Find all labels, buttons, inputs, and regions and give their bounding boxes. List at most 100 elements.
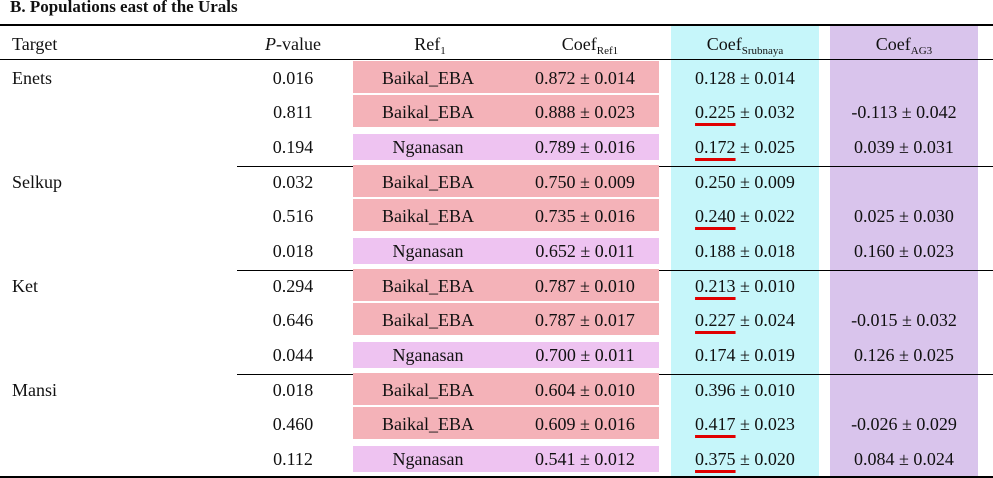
- coef-srubnaya-value: 0.225: [695, 102, 736, 122]
- coef-ref: 0.750 ± 0.009: [535, 172, 635, 192]
- coef-srubnaya: 0.174 ± 0.019: [671, 339, 819, 371]
- target-name: Mansi: [12, 380, 57, 400]
- coef-srubnaya-error: ± 0.010: [735, 380, 795, 400]
- coef-srubnaya-value: 0.396: [695, 380, 736, 400]
- header-ref: Ref1: [360, 30, 500, 58]
- coef-srubnaya: 0.240 ± 0.022: [671, 200, 819, 232]
- header-pvalue: P-value: [243, 30, 343, 58]
- coef-srubnaya-error: ± 0.009: [735, 172, 795, 192]
- coef-ag3: 0.025 ± 0.030: [854, 206, 954, 226]
- ref-population: Nganasan: [392, 241, 464, 261]
- coef-srubnaya-error: ± 0.024: [735, 310, 795, 330]
- header-coef-srubnaya-sub: Srubnaya: [741, 45, 784, 57]
- coef-ag3: -0.015 ± 0.032: [851, 310, 957, 330]
- coef-srubnaya: 0.227 ± 0.024: [671, 304, 819, 336]
- header-rule: [0, 59, 993, 60]
- coef-ref: 0.787 ± 0.010: [535, 276, 635, 296]
- p-value: 0.460: [272, 414, 314, 434]
- coef-ref: 0.787 ± 0.017: [535, 310, 635, 330]
- ref-population: Baikal_EBA: [382, 414, 474, 434]
- coef-ref: 0.700 ± 0.011: [535, 345, 635, 365]
- header-coef-ag3-label: Coef: [875, 34, 911, 54]
- coef-srubnaya: 0.188 ± 0.018: [671, 235, 819, 267]
- target-name: Ket: [12, 276, 38, 296]
- coef-srubnaya-value: 0.174: [695, 345, 736, 365]
- header-coef-srubnaya: CoefSrubnaya: [671, 30, 819, 58]
- coef-ref: 0.541 ± 0.012: [535, 449, 635, 469]
- coef-srubnaya-value: 0.188: [695, 241, 736, 261]
- ref-population: Nganasan: [392, 449, 464, 469]
- coef-srubnaya-value: 0.172: [695, 137, 736, 157]
- p-value: 0.018: [272, 241, 314, 261]
- header-coef-ag3-sub: AG3: [910, 45, 933, 57]
- coef-srubnaya-error: ± 0.025: [735, 137, 795, 157]
- ref-population: Baikal_EBA: [382, 68, 474, 88]
- coef-srubnaya-error: ± 0.018: [735, 241, 795, 261]
- coef-srubnaya: 0.250 ± 0.009: [671, 166, 819, 198]
- ref-population: Baikal_EBA: [382, 102, 474, 122]
- p-value: 0.294: [272, 276, 314, 296]
- coef-srubnaya-value: 0.375: [695, 449, 736, 469]
- coef-srubnaya-error: ± 0.023: [735, 414, 795, 434]
- coef-ag3: 0.039 ± 0.031: [854, 137, 954, 157]
- coef-ag3: 0.160 ± 0.023: [854, 241, 954, 261]
- ref-population: Baikal_EBA: [382, 172, 474, 192]
- top-rule: [0, 24, 993, 26]
- coef-ref: 0.652 ± 0.011: [535, 241, 635, 261]
- target-name: Enets: [12, 68, 52, 88]
- target-name: Selkup: [12, 172, 63, 192]
- coef-ag3: 0.084 ± 0.024: [854, 449, 954, 469]
- p-value: 0.044: [272, 345, 314, 365]
- header-coef-srubnaya-label: Coef: [706, 34, 742, 54]
- coef-srubnaya-error: ± 0.014: [735, 68, 795, 88]
- header-coef-ref-label: Coef: [561, 34, 597, 54]
- coef-ag3: 0.126 ± 0.025: [854, 345, 954, 365]
- coef-ag3: -0.026 ± 0.029: [851, 414, 957, 434]
- coef-ref: 0.604 ± 0.010: [535, 380, 635, 400]
- coef-ref: 0.735 ± 0.016: [535, 206, 635, 226]
- header-pvalue-italic: P: [265, 34, 276, 54]
- coef-srubnaya: 0.225 ± 0.032: [671, 96, 819, 128]
- coef-srubnaya: 0.396 ± 0.010: [671, 374, 819, 406]
- coef-srubnaya-error: ± 0.032: [735, 102, 795, 122]
- coef-srubnaya-error: ± 0.022: [735, 206, 795, 226]
- p-value: 0.016: [272, 68, 314, 88]
- ref-population: Nganasan: [392, 137, 464, 157]
- coef-srubnaya-value: 0.213: [695, 276, 736, 296]
- coef-srubnaya: 0.128 ± 0.014: [671, 62, 819, 94]
- coef-srubnaya-error: ± 0.019: [735, 345, 795, 365]
- coef-srubnaya-value: 0.417: [695, 414, 736, 434]
- coef-srubnaya-value: 0.240: [695, 206, 736, 226]
- coef-srubnaya-value: 0.250: [695, 172, 736, 192]
- header-coef-ref: CoefRef1: [520, 30, 660, 58]
- coef-ref: 0.872 ± 0.014: [535, 68, 635, 88]
- ref-population: Nganasan: [392, 345, 464, 365]
- ref-population: Baikal_EBA: [382, 206, 474, 226]
- p-value: 0.811: [273, 102, 313, 122]
- coef-srubnaya: 0.172 ± 0.025: [671, 131, 819, 163]
- header-coef-ag3: CoefAG3: [830, 30, 978, 58]
- p-value: 0.194: [272, 137, 314, 157]
- ref-population: Baikal_EBA: [382, 380, 474, 400]
- p-value: 0.646: [272, 310, 314, 330]
- coef-srubnaya-error: ± 0.010: [735, 276, 795, 296]
- table-title: B. Populations east of the Urals: [10, 0, 238, 16]
- coef-srubnaya: 0.417 ± 0.023: [671, 408, 819, 440]
- coef-ref: 0.789 ± 0.016: [535, 137, 635, 157]
- ref-population: Baikal_EBA: [382, 276, 474, 296]
- ref-population: Baikal_EBA: [382, 310, 474, 330]
- p-value: 0.032: [272, 172, 314, 192]
- header-ref-sub: 1: [440, 45, 446, 57]
- coef-srubnaya-value: 0.128: [695, 68, 736, 88]
- coef-srubnaya-value: 0.227: [695, 310, 736, 330]
- coef-ag3: -0.113 ± 0.042: [851, 102, 957, 122]
- header-target: Target: [12, 30, 57, 58]
- coef-srubnaya-error: ± 0.020: [735, 449, 795, 469]
- p-value: 0.516: [272, 206, 314, 226]
- header-ref-label: Ref: [414, 34, 441, 54]
- header-target-label: Target: [12, 34, 58, 54]
- header-pvalue-rest: -value: [276, 34, 321, 54]
- p-value: 0.018: [272, 380, 314, 400]
- header-coef-ref-sub: Ref1: [596, 45, 619, 57]
- coef-ref: 0.609 ± 0.016: [535, 414, 635, 434]
